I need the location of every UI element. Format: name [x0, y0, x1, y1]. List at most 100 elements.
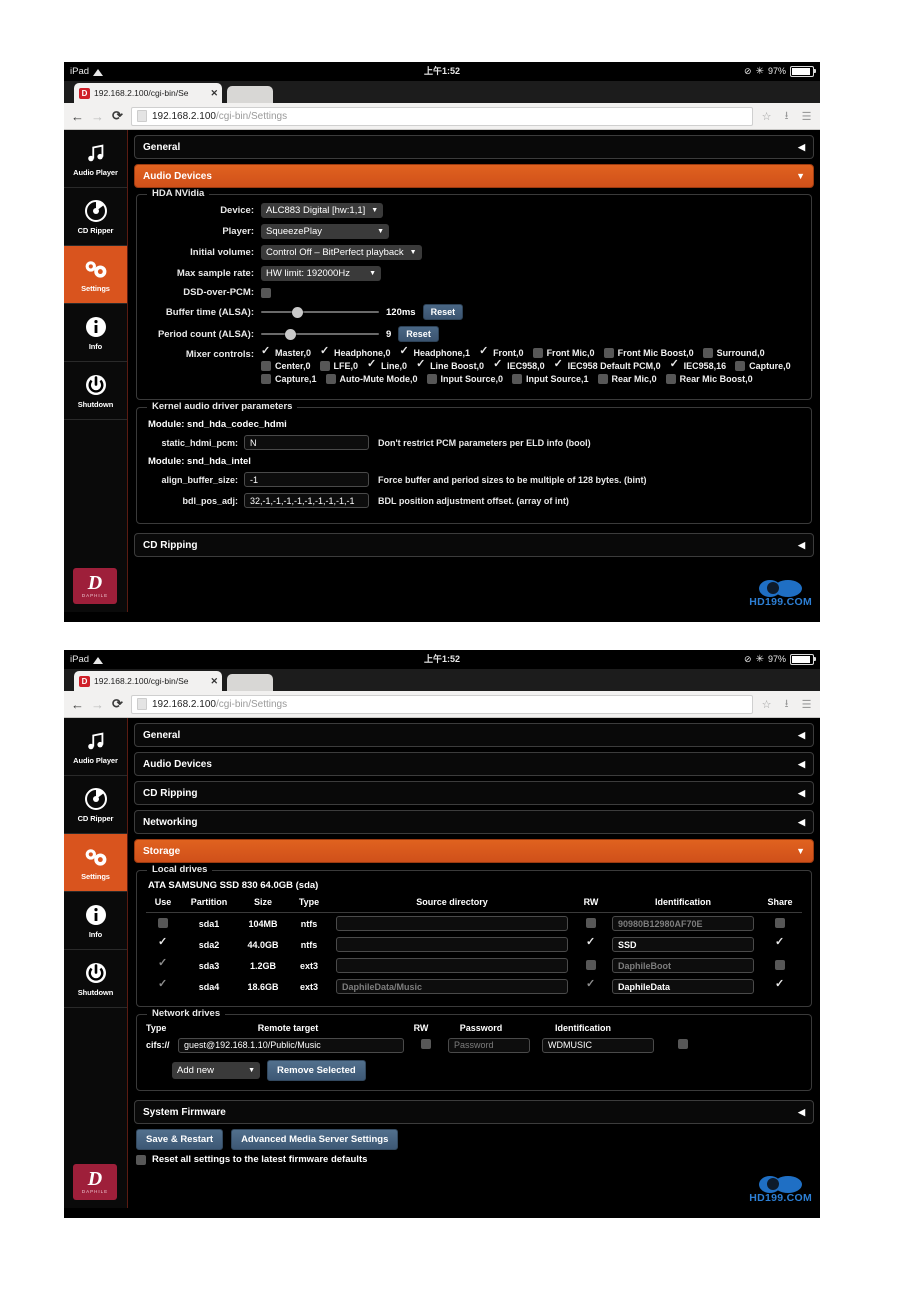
- accordion-storage[interactable]: Storage ▼: [134, 839, 814, 863]
- sidebar-item-info[interactable]: Info: [64, 304, 127, 362]
- sidebar-item-shutdown[interactable]: Shutdown: [64, 362, 127, 420]
- accordion-networking[interactable]: Networking ◀: [134, 810, 814, 834]
- use-checkbox[interactable]: [158, 935, 168, 949]
- mixer-item[interactable]: LFE,0: [319, 361, 358, 371]
- mixer-item[interactable]: Line,0: [367, 357, 407, 371]
- nd-select-checkbox[interactable]: [678, 1039, 688, 1049]
- reload-icon[interactable]: ⟳: [111, 108, 124, 124]
- new-tab-button[interactable]: [227, 86, 273, 103]
- nd-password-input[interactable]: Password: [448, 1037, 530, 1053]
- new-tab-button[interactable]: [227, 674, 273, 691]
- source-directory-input[interactable]: [336, 916, 568, 931]
- sidebar-item-settings[interactable]: Settings: [64, 834, 127, 892]
- remove-selected-button[interactable]: Remove Selected: [267, 1060, 366, 1081]
- reload-icon[interactable]: ⟳: [111, 696, 124, 712]
- mixer-item[interactable]: Capture,0: [735, 361, 791, 371]
- use-checkbox[interactable]: [158, 977, 168, 991]
- sidebar-item-cd-ripper[interactable]: CD Ripper: [64, 188, 127, 246]
- mixer-item[interactable]: Surround,0: [702, 348, 765, 358]
- source-directory-input[interactable]: [336, 937, 568, 952]
- accordion-cd-ripping[interactable]: CD Ripping ◀: [134, 533, 814, 557]
- param-input[interactable]: 32,-1,-1,-1,-1,-1,-1,-1,-1,-1: [244, 493, 369, 508]
- mixer-checkbox[interactable]: [426, 374, 437, 384]
- share-checkbox[interactable]: [775, 977, 785, 991]
- share-checkbox[interactable]: [775, 959, 785, 970]
- accordion-system-firmware[interactable]: System Firmware ◀: [134, 1100, 814, 1124]
- mixer-item[interactable]: Front Mic Boost,0: [603, 348, 694, 358]
- mixer-checkbox[interactable]: [554, 357, 564, 371]
- address-bar[interactable]: 192.168.2.100/cgi-bin/Settings: [131, 106, 753, 126]
- identification-input[interactable]: 90980B12980AF70E: [612, 916, 754, 931]
- use-checkbox[interactable]: [158, 917, 168, 928]
- buffer-reset-button[interactable]: Reset: [422, 304, 464, 320]
- mixer-item[interactable]: Center,0: [261, 361, 311, 371]
- mixer-item[interactable]: Rear Mic,0: [597, 374, 657, 384]
- rw-checkbox[interactable]: [586, 977, 596, 991]
- period-slider[interactable]: [261, 329, 379, 340]
- use-checkbox[interactable]: [158, 956, 168, 970]
- mixer-checkbox[interactable]: [261, 361, 271, 371]
- sidebar-item-settings[interactable]: Settings: [64, 246, 127, 304]
- mixer-item[interactable]: Line Boost,0: [416, 357, 484, 371]
- mixer-item[interactable]: IEC958,0: [493, 357, 545, 371]
- sidebar-item-audio-player[interactable]: Audio Player: [64, 718, 127, 776]
- source-directory-input[interactable]: [336, 958, 568, 973]
- mixer-item[interactable]: IEC958,16: [670, 357, 727, 371]
- accordion-audio-devices[interactable]: Audio Devices ▼: [134, 164, 814, 188]
- accordion-general[interactable]: General ◀: [134, 135, 814, 159]
- buffer-slider[interactable]: [261, 307, 379, 318]
- browser-tab-active[interactable]: D 192.168.2.100/cgi-bin/Se ✕: [74, 83, 222, 103]
- download-icon[interactable]: ⭳: [780, 695, 793, 714]
- mixer-checkbox[interactable]: [400, 344, 410, 358]
- mixer-checkbox[interactable]: [261, 344, 271, 358]
- share-checkbox[interactable]: [775, 935, 785, 949]
- identification-input[interactable]: SSD: [612, 937, 754, 952]
- download-icon[interactable]: ⭳: [780, 107, 793, 126]
- tab-close-icon[interactable]: ✕: [210, 88, 218, 99]
- mixer-item[interactable]: Input Source,1: [512, 374, 589, 384]
- accordion-general[interactable]: General ◀: [134, 723, 814, 747]
- nd-target-input[interactable]: guest@192.168.1.10/Public/Music: [178, 1037, 404, 1053]
- rw-checkbox[interactable]: [586, 935, 596, 949]
- sidebar-item-audio-player[interactable]: Audio Player: [64, 130, 127, 188]
- mixer-checkbox[interactable]: [702, 348, 713, 358]
- mixer-checkbox[interactable]: [597, 374, 608, 384]
- dsd-checkbox[interactable]: [261, 287, 271, 298]
- back-arrow-icon[interactable]: ←: [71, 109, 84, 124]
- hamburger-menu-icon[interactable]: ☰: [800, 110, 813, 123]
- slider-knob[interactable]: [284, 329, 296, 340]
- mixer-item[interactable]: IEC958 Default PCM,0: [554, 357, 661, 371]
- identification-input[interactable]: DaphileBoot: [612, 958, 754, 973]
- mixer-checkbox[interactable]: [670, 357, 680, 371]
- browser-tab-active[interactable]: D 192.168.2.100/cgi-bin/Se ✕: [74, 671, 222, 691]
- mixer-checkbox[interactable]: [479, 344, 489, 358]
- mixer-checkbox[interactable]: [261, 374, 271, 384]
- mixer-item[interactable]: Rear Mic Boost,0: [665, 374, 753, 384]
- nd-rw-checkbox[interactable]: [421, 1039, 431, 1049]
- mixer-item[interactable]: Capture,1: [261, 374, 317, 384]
- mixer-checkbox[interactable]: [320, 344, 330, 358]
- param-input[interactable]: -1: [244, 472, 369, 487]
- star-icon[interactable]: ☆: [760, 698, 773, 711]
- save-restart-button[interactable]: Save & Restart: [136, 1129, 224, 1150]
- mixer-checkbox[interactable]: [319, 361, 330, 371]
- player-select[interactable]: SqueezePlay ▼: [261, 224, 389, 239]
- nd-ident-input[interactable]: WDMUSIC: [542, 1037, 654, 1053]
- hamburger-menu-icon[interactable]: ☰: [800, 698, 813, 711]
- sidebar-item-shutdown[interactable]: Shutdown: [64, 950, 127, 1008]
- accordion-audio-devices[interactable]: Audio Devices ◀: [134, 752, 814, 776]
- mixer-checkbox[interactable]: [532, 348, 543, 358]
- forward-arrow-icon[interactable]: →: [91, 697, 104, 712]
- sidebar-item-cd-ripper[interactable]: CD Ripper: [64, 776, 127, 834]
- mixer-checkbox[interactable]: [735, 361, 746, 371]
- mixer-checkbox[interactable]: [603, 348, 614, 358]
- mixer-item[interactable]: Master,0: [261, 344, 311, 358]
- forward-arrow-icon[interactable]: →: [91, 109, 104, 124]
- advanced-media-server-button[interactable]: Advanced Media Server Settings: [231, 1129, 399, 1150]
- reset-settings-checkbox[interactable]: [136, 1154, 146, 1165]
- initial-volume-select[interactable]: Control Off – BitPerfect playback ▼: [261, 245, 422, 260]
- tab-close-icon[interactable]: ✕: [210, 676, 218, 687]
- mixer-item[interactable]: Headphone,0: [320, 344, 391, 358]
- period-reset-button[interactable]: Reset: [398, 326, 439, 342]
- rw-checkbox[interactable]: [586, 959, 596, 970]
